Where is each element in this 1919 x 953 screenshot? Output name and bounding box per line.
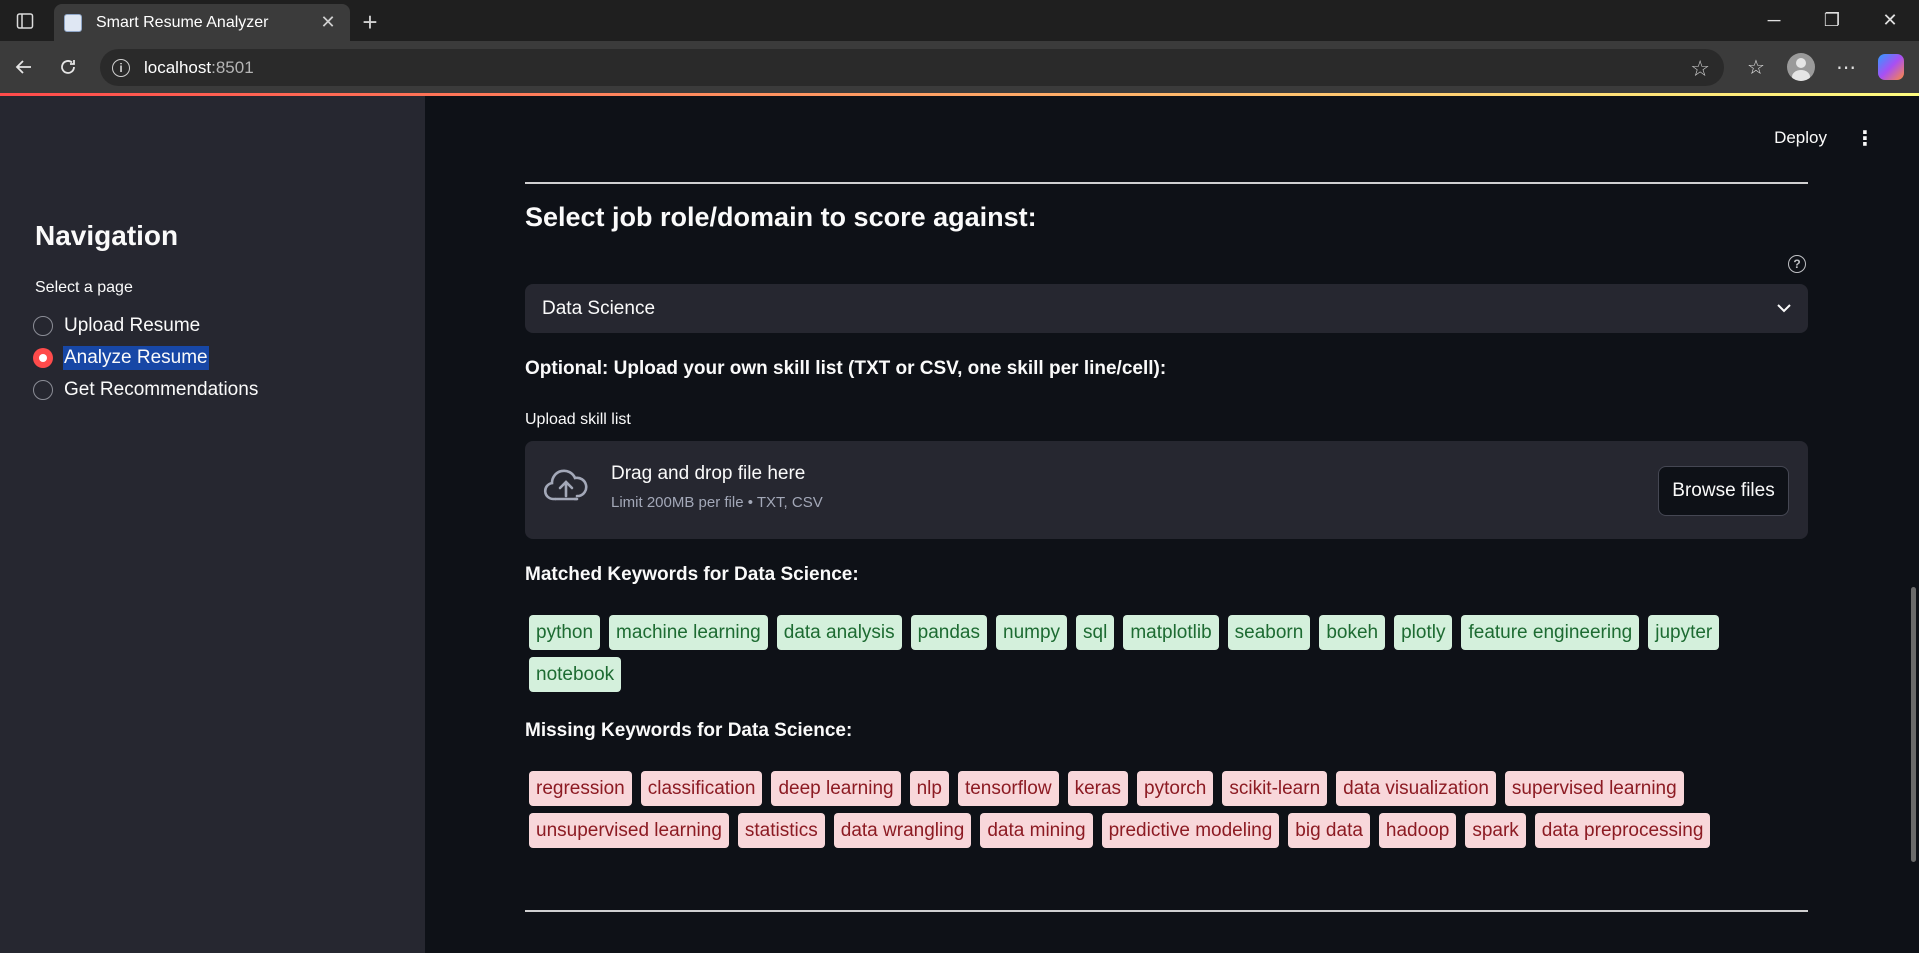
matched-keyword-chip: matplotlib bbox=[1123, 615, 1219, 650]
matched-keyword-chip: bokeh bbox=[1319, 615, 1386, 650]
site-info-icon[interactable]: i bbox=[112, 58, 130, 77]
address-bar[interactable]: i localhost:8501 ☆ bbox=[100, 49, 1724, 86]
missing-keyword-chip: predictive modeling bbox=[1101, 813, 1280, 848]
radio-label[interactable]: Analyze Resume bbox=[63, 346, 209, 370]
reload-icon[interactable] bbox=[46, 47, 90, 87]
sidebar: Navigation Select a page Upload Resume A… bbox=[0, 96, 425, 953]
divider bbox=[525, 182, 1808, 184]
matched-keyword-chip: pandas bbox=[910, 615, 987, 650]
radio-label[interactable]: Upload Resume bbox=[63, 314, 201, 338]
missing-keyword-chip: regression bbox=[529, 771, 632, 806]
new-tab-icon[interactable]: + bbox=[350, 4, 390, 41]
role-select[interactable]: Data Science bbox=[525, 284, 1808, 333]
restore-icon[interactable]: ❐ bbox=[1803, 0, 1861, 41]
avatar bbox=[1787, 53, 1815, 81]
radio-get-recommendations[interactable]: Get Recommendations bbox=[33, 377, 259, 403]
missing-keyword-chip: nlp bbox=[909, 771, 949, 806]
matched-keyword-chip: python bbox=[529, 615, 601, 650]
missing-keyword-chip: data wrangling bbox=[833, 813, 972, 848]
radio-analyze-resume[interactable]: Analyze Resume bbox=[33, 345, 209, 371]
divider bbox=[525, 910, 1808, 912]
missing-keyword-chip: scikit-learn bbox=[1222, 771, 1328, 806]
missing-keywords-list: regression classification deep learning nlp… bbox=[529, 771, 1819, 855]
copilot-icon[interactable] bbox=[1869, 47, 1913, 87]
toolbar-right: ☆ ⋯ bbox=[1733, 41, 1919, 93]
dropzone-title: Drag and drop file here bbox=[611, 463, 806, 484]
back-icon[interactable] bbox=[2, 47, 46, 87]
tab-title: Smart Resume Analyzer bbox=[96, 13, 269, 31]
matched-keyword-chip: data analysis bbox=[776, 615, 902, 650]
missing-keyword-chip: big data bbox=[1288, 813, 1370, 848]
matched-keyword-chip: jupyter bbox=[1648, 615, 1720, 650]
browser-tab-bar: Smart Resume Analyzer ✕ + ─ ❐ ✕ bbox=[0, 0, 1919, 41]
page-select-label: Select a page bbox=[35, 279, 133, 296]
role-select-value: Data Science bbox=[542, 297, 656, 319]
radio-circle-checked[interactable] bbox=[33, 348, 53, 368]
radio-circle[interactable] bbox=[33, 380, 53, 400]
missing-keyword-chip: unsupervised learning bbox=[529, 813, 729, 848]
dropzone-limit: Limit 200MB per file • TXT, CSV bbox=[611, 494, 823, 511]
chevron-down-icon[interactable] bbox=[1777, 302, 1791, 316]
deploy-button[interactable]: Deploy bbox=[1774, 128, 1827, 148]
matched-keywords-heading: Matched Keywords for Data Science: bbox=[525, 564, 859, 585]
missing-keywords-heading: Missing Keywords for Data Science: bbox=[525, 720, 853, 741]
missing-keyword-chip: data preprocessing bbox=[1534, 813, 1711, 848]
missing-keyword-chip: classification bbox=[640, 771, 763, 806]
browser-toolbar: i localhost:8501 ☆ ☆ ⋯ bbox=[0, 41, 1919, 93]
section-title: Select job role/domain to score against: bbox=[525, 202, 1037, 232]
matched-keyword-chip: numpy bbox=[996, 615, 1068, 650]
radio-label[interactable]: Get Recommendations bbox=[63, 378, 259, 402]
upload-skill-label: Upload skill list bbox=[525, 411, 631, 428]
scrollbar[interactable] bbox=[1909, 96, 1919, 953]
url-host: localhost bbox=[144, 57, 212, 77]
cloud-upload-icon bbox=[543, 469, 589, 508]
matched-keyword-chip: seaborn bbox=[1227, 615, 1311, 650]
matched-keyword-chip: notebook bbox=[529, 657, 622, 692]
scrollbar-thumb[interactable] bbox=[1911, 587, 1916, 862]
tab-actions-icon[interactable] bbox=[0, 0, 50, 41]
missing-keyword-chip: statistics bbox=[737, 813, 825, 848]
missing-keyword-chip: keras bbox=[1067, 771, 1129, 806]
matched-keyword-chip: machine learning bbox=[609, 615, 768, 650]
sidebar-heading: Navigation bbox=[35, 220, 179, 251]
radio-circle[interactable] bbox=[33, 316, 53, 336]
matched-keyword-chip: sql bbox=[1076, 615, 1115, 650]
matched-keyword-chip: plotly bbox=[1394, 615, 1453, 650]
url-port: :8501 bbox=[211, 57, 254, 77]
minimize-icon[interactable]: ─ bbox=[1745, 0, 1803, 41]
optional-upload-text: Optional: Upload your own skill list (TX… bbox=[525, 358, 1167, 379]
missing-keyword-chip: data mining bbox=[980, 813, 1093, 848]
help-icon[interactable]: ? bbox=[1788, 255, 1806, 273]
missing-keyword-chip: deep learning bbox=[771, 771, 901, 806]
file-dropzone[interactable]: Drag and drop file here Limit 200MB per … bbox=[525, 441, 1808, 539]
missing-keyword-chip: hadoop bbox=[1378, 813, 1457, 848]
browse-files-button[interactable]: Browse files bbox=[1658, 466, 1789, 516]
window-controls: ─ ❐ ✕ bbox=[1745, 0, 1919, 41]
favorites-icon[interactable]: ☆ bbox=[1734, 47, 1778, 87]
missing-keyword-chip: tensorflow bbox=[957, 771, 1059, 806]
browser-tab-active[interactable]: Smart Resume Analyzer ✕ bbox=[54, 4, 350, 41]
missing-keyword-chip: pytorch bbox=[1137, 771, 1214, 806]
profile-icon[interactable] bbox=[1779, 47, 1823, 87]
favicon-icon bbox=[64, 13, 82, 32]
missing-keyword-chip: data visualization bbox=[1336, 771, 1496, 806]
tab-close-icon[interactable]: ✕ bbox=[316, 12, 340, 33]
main-content: Deploy ⋮ Select job role/domain to score… bbox=[425, 96, 1919, 953]
more-options-icon[interactable]: ⋯ bbox=[1824, 47, 1868, 87]
copilot-logo bbox=[1878, 54, 1904, 80]
missing-keyword-chip: supervised learning bbox=[1504, 771, 1684, 806]
bookmark-star-icon[interactable]: ☆ bbox=[1690, 56, 1710, 82]
radio-upload-resume[interactable]: Upload Resume bbox=[33, 313, 201, 339]
matched-keywords-list: python machine learning data analysis panda… bbox=[529, 615, 1819, 699]
main-menu-icon[interactable]: ⋮ bbox=[1855, 126, 1875, 151]
matched-keyword-chip: feature engineering bbox=[1461, 615, 1640, 650]
close-window-icon[interactable]: ✕ bbox=[1861, 0, 1919, 41]
missing-keyword-chip: spark bbox=[1465, 813, 1526, 848]
